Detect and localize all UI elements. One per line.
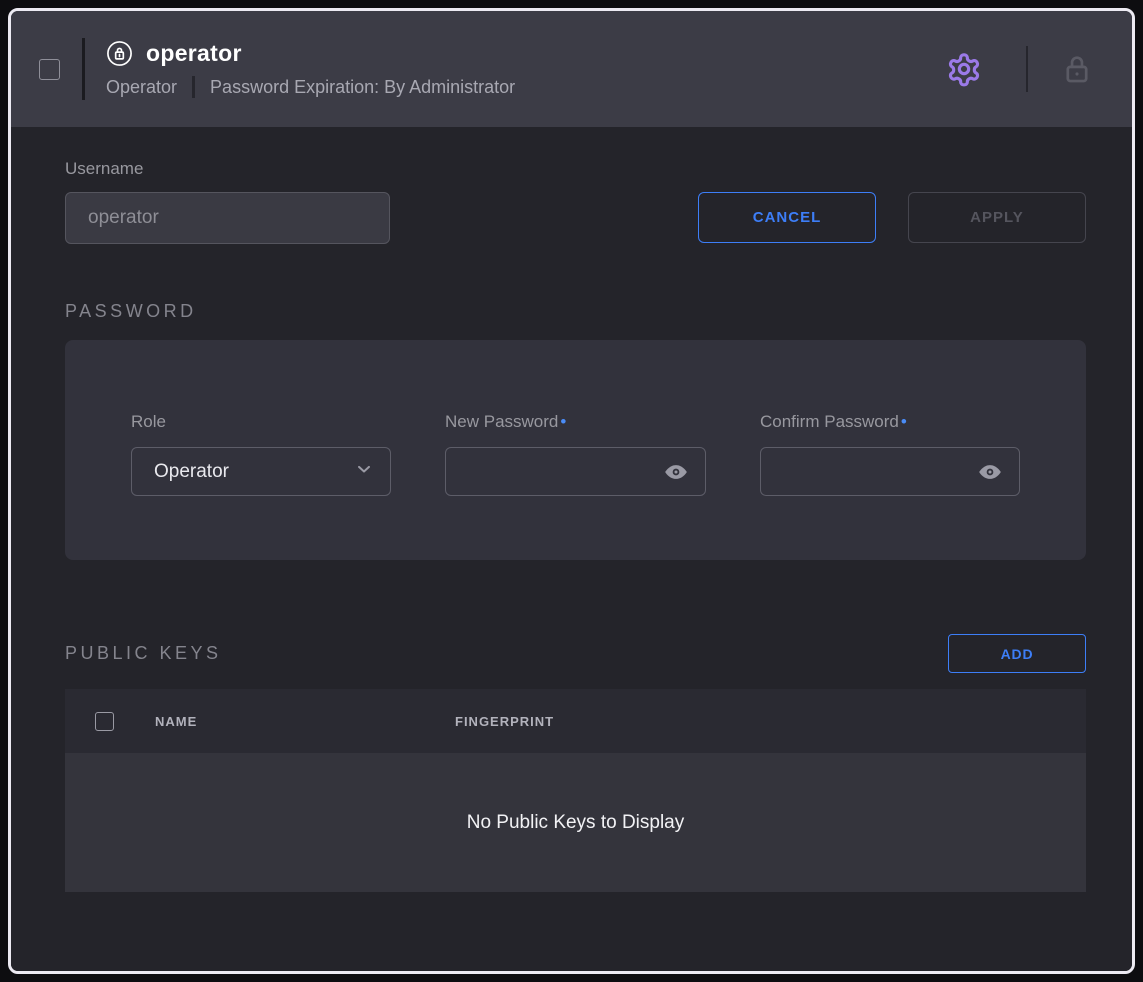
role-select[interactable]: Operator bbox=[131, 447, 391, 496]
user-title-block: operator Operator Password Expiration: B… bbox=[106, 40, 515, 98]
user-meta: Operator Password Expiration: By Adminis… bbox=[106, 76, 515, 98]
required-dot: • bbox=[560, 412, 566, 431]
select-user-checkbox[interactable] bbox=[39, 59, 60, 80]
confirm-password-label: Confirm Password• bbox=[760, 412, 1020, 432]
lock-icon[interactable] bbox=[1060, 52, 1094, 86]
column-header-name: NAME bbox=[155, 714, 455, 729]
show-confirm-password-eye-icon[interactable] bbox=[977, 459, 1003, 485]
user-role-text: Operator bbox=[106, 77, 177, 98]
apply-button[interactable]: APPLY bbox=[908, 192, 1086, 243]
page-title: operator bbox=[146, 40, 242, 67]
public-keys-section-title: PUBLIC KEYS bbox=[65, 643, 222, 664]
password-section-title: PASSWORD bbox=[65, 301, 1086, 322]
confirm-password-input[interactable] bbox=[783, 461, 977, 482]
password-panel: Role Operator New Password• bbox=[65, 340, 1086, 560]
public-keys-table: NAME FINGERPRINT No Public Keys to Displ… bbox=[65, 689, 1086, 892]
username-input[interactable] bbox=[65, 192, 390, 244]
new-password-field bbox=[445, 447, 706, 496]
user-header: operator Operator Password Expiration: B… bbox=[11, 11, 1132, 127]
user-lock-circle-icon bbox=[106, 40, 133, 67]
new-password-input[interactable] bbox=[468, 461, 663, 482]
header-divider bbox=[82, 38, 85, 100]
new-password-label: New Password• bbox=[445, 412, 706, 432]
public-keys-table-header: NAME FINGERPRINT bbox=[65, 689, 1086, 753]
role-selected-value: Operator bbox=[154, 461, 229, 483]
public-keys-empty-state: No Public Keys to Display bbox=[65, 753, 1086, 892]
username-label: Username bbox=[65, 159, 1086, 179]
password-expiration-text: Password Expiration: By Administrator bbox=[210, 77, 515, 98]
header-icons-divider bbox=[1026, 46, 1028, 92]
user-detail-card: operator Operator Password Expiration: B… bbox=[8, 8, 1135, 974]
column-header-fingerprint: FINGERPRINT bbox=[455, 714, 1086, 729]
user-form-body: Username CANCEL APPLY PASSWORD Role Oper… bbox=[11, 127, 1132, 971]
confirm-password-field bbox=[760, 447, 1020, 496]
required-dot: • bbox=[901, 412, 907, 431]
meta-divider bbox=[192, 76, 195, 98]
settings-gear-icon[interactable] bbox=[944, 49, 984, 89]
chevron-down-icon bbox=[354, 459, 374, 484]
role-label: Role bbox=[131, 412, 391, 432]
empty-state-message: No Public Keys to Display bbox=[467, 812, 685, 834]
show-new-password-eye-icon[interactable] bbox=[663, 459, 689, 485]
select-all-keys-checkbox[interactable] bbox=[95, 712, 114, 731]
add-public-key-button[interactable]: ADD bbox=[948, 634, 1086, 673]
cancel-button[interactable]: CANCEL bbox=[698, 192, 876, 243]
